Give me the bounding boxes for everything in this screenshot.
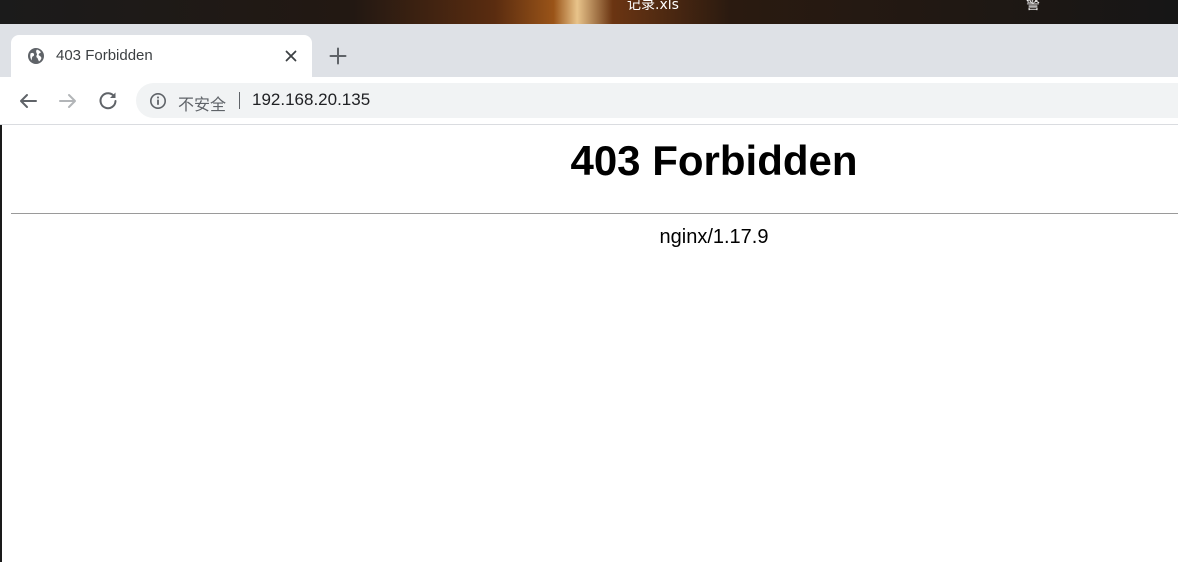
info-icon[interactable] [149,92,167,110]
window-edge [0,125,2,562]
reload-icon[interactable] [96,89,120,113]
url-text[interactable]: 192.168.20.135 [252,90,370,110]
omnibox-separator [239,92,240,109]
tab-active[interactable]: 403 Forbidden [11,35,312,77]
tab-strip: 403 Forbidden [0,24,1178,77]
arrow-right-icon[interactable] [56,89,80,113]
security-status-label[interactable]: 不安全 [178,91,226,115]
arrow-left-icon[interactable] [16,89,40,113]
desktop-file-label[interactable]: 记录.xls [627,0,679,14]
browser-toolbar: 不安全 192.168.20.135 [0,77,1178,125]
horizontal-rule [11,213,1178,214]
desktop-label[interactable]: 警 [1026,0,1040,14]
address-bar[interactable]: 不安全 192.168.20.135 [136,83,1178,118]
close-icon[interactable] [281,46,301,66]
page-heading: 403 Forbidden [570,137,858,184]
plus-icon[interactable] [326,44,350,68]
server-signature: nginx/1.17.9 [659,226,769,248]
globe-icon [28,48,44,64]
desktop-background-strip: 记录.xls 警 [0,0,1178,24]
tab-title: 403 Forbidden [56,47,153,64]
page-content: 403 Forbidden nginx/1.17.9 [0,125,1178,562]
